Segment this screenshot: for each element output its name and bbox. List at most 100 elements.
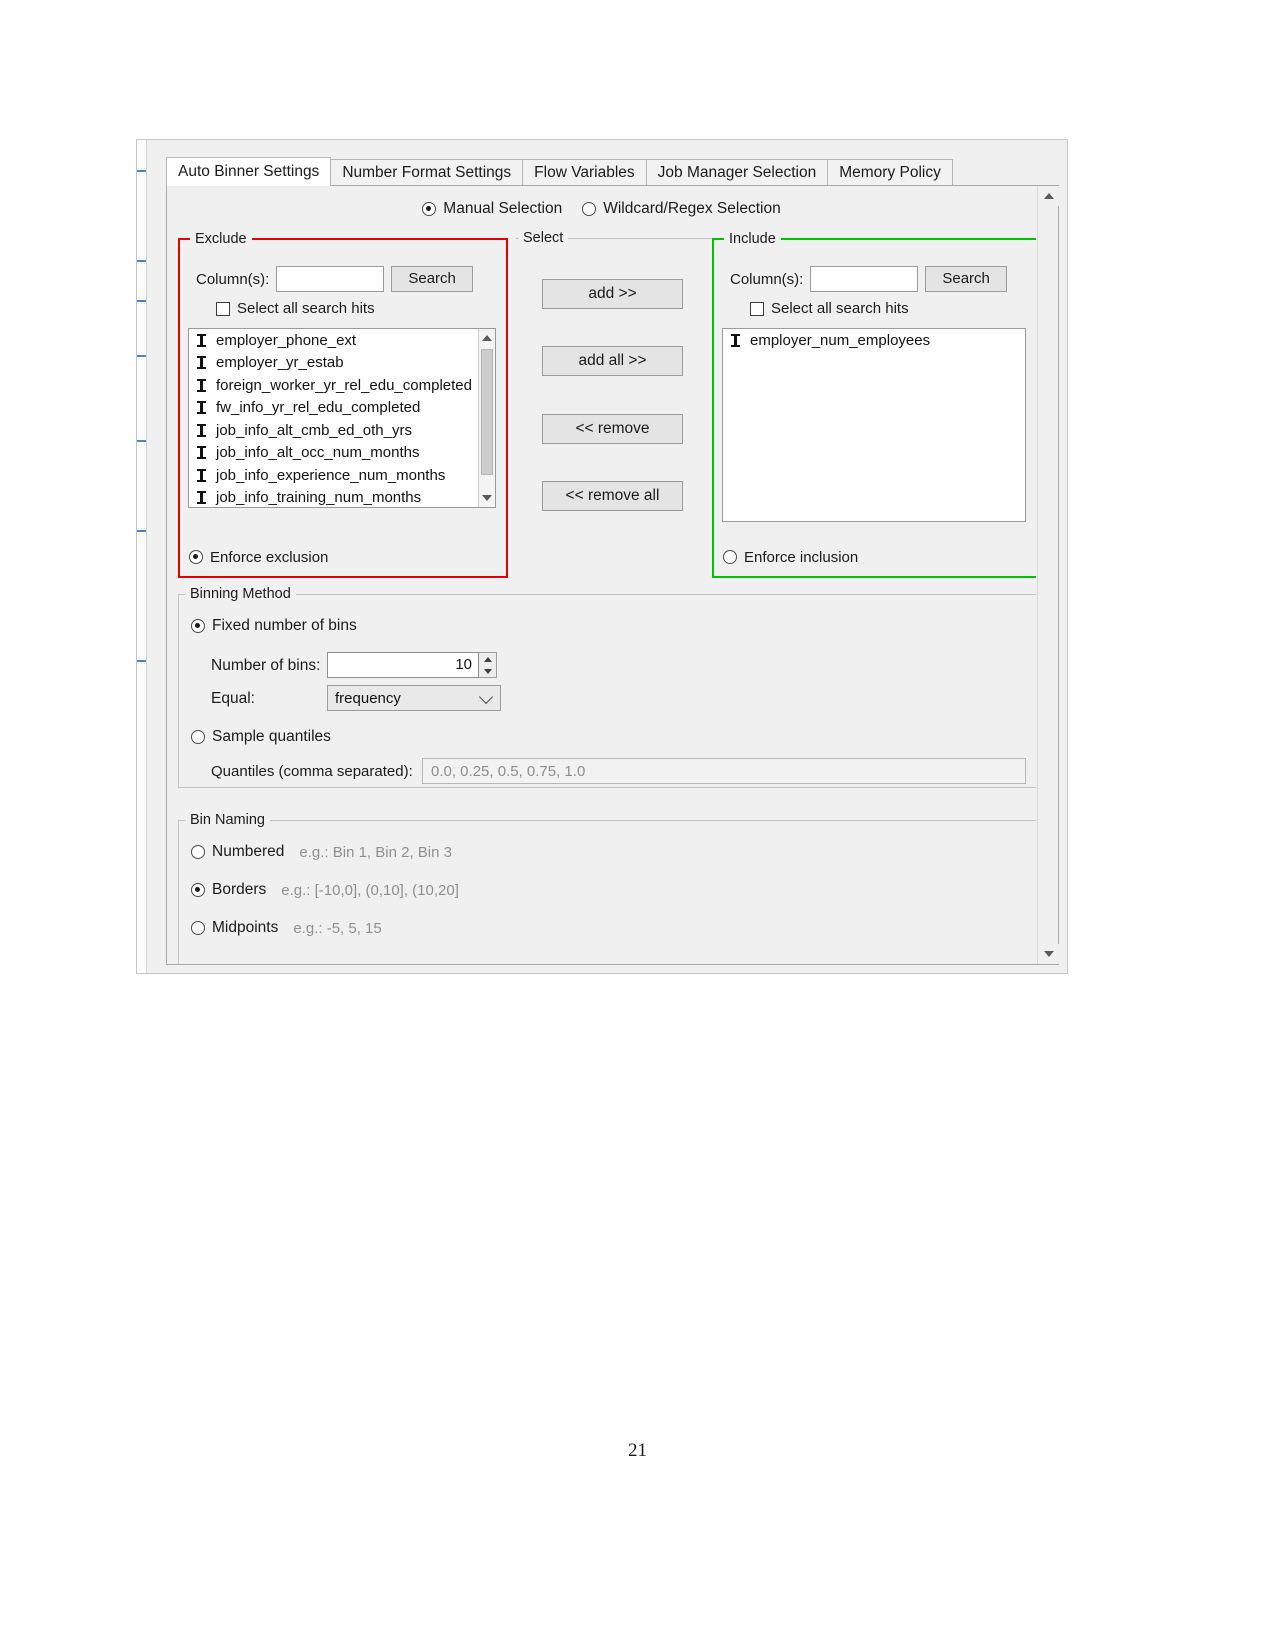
radio-bin-naming-midpoints[interactable]: Midpoints e.g.: -5, 5, 15 [191,919,382,937]
panel-scroll-up-icon[interactable] [1038,186,1059,206]
binning-method-title: Binning Method [185,586,296,602]
radio-manual-selection[interactable]: Manual Selection [422,200,562,218]
include-list[interactable]: employer_num_employees [722,328,1026,522]
bin-naming-numbered-example: e.g.: Bin 1, Bin 2, Bin 3 [299,843,452,861]
list-item[interactable]: job_info_experience_num_months [189,464,495,487]
equal-select[interactable]: frequency [327,685,501,711]
stepper-down-icon[interactable] [479,665,496,677]
include-select-all-hits-checkbox[interactable]: Select all search hits [750,300,909,317]
exclude-select-all-hits-label: Select all search hits [237,300,375,317]
include-select-all-hits-label: Select all search hits [771,300,909,317]
radio-bin-naming-numbered[interactable]: Numbered e.g.: Bin 1, Bin 2, Bin 3 [191,843,452,861]
radio-bin-naming-borders-label: Borders [212,881,267,898]
bin-naming-midpoints-example: e.g.: -5, 5, 15 [293,919,382,937]
quantiles-input[interactable]: 0.0, 0.25, 0.5, 0.75, 1.0 [422,758,1026,784]
exclude-select-all-hits-row: Select all search hits [216,300,375,320]
include-group: Include Column(s): Search Select all sea… [712,231,1036,578]
radio-fixed-number-of-bins-indicator [191,619,205,633]
list-item[interactable]: fw_info_yr_rel_edu_completed [189,397,495,420]
binning-method-group: Binning Method Fixed number of bins Numb… [178,586,1036,788]
bin-naming-group: Bin Naming Numbered e.g.: Bin 1, Bin 2, … [178,812,1036,964]
list-item-label: job_info_experience_num_months [216,466,446,484]
radio-enforce-exclusion-indicator [189,550,203,564]
exclude-columns-label: Column(s): [196,270,270,288]
bin-naming-borders-example: e.g.: [-10,0], (0,10], (10,20] [281,881,459,899]
tab-flow-variables[interactable]: Flow Variables [523,159,647,185]
tab-auto-binner-settings[interactable]: Auto Binner Settings [166,157,332,186]
exclude-search-input[interactable] [276,266,385,292]
include-enforce-row: Enforce inclusion [723,549,858,569]
exclude-search-button[interactable]: Search [391,266,473,292]
radio-fixed-number-of-bins-label: Fixed number of bins [212,617,357,634]
scroll-down-icon[interactable] [479,490,495,506]
double-column-icon [196,401,207,414]
tab-memory-policy[interactable]: Memory Policy [828,159,953,185]
panel-scrollbar[interactable] [1037,186,1059,964]
radio-bin-naming-borders[interactable]: Borders e.g.: [-10,0], (0,10], (10,20] [191,881,459,899]
list-item[interactable]: job_info_alt_cmb_ed_oth_yrs [189,419,495,442]
add-button[interactable]: add >> [542,279,683,309]
double-column-icon [196,491,207,504]
equal-select-value: frequency [335,689,401,707]
exclude-list-scrollbar[interactable] [478,329,495,507]
bin-naming-title: Bin Naming [185,812,270,828]
include-search-input[interactable] [810,266,919,292]
radio-sample-quantiles-indicator [191,730,205,744]
exclude-list[interactable]: employer_phone_ext employer_yr_estab for… [188,328,496,508]
radio-enforce-exclusion[interactable]: Enforce exclusion [189,549,328,566]
bin-naming-numbered-row: Numbered e.g.: Bin 1, Bin 2, Bin 3 [191,843,452,864]
list-item-label: foreign_worker_yr_rel_edu_completed [216,376,472,394]
list-item[interactable]: foreign_worker_yr_rel_edu_completed [189,374,495,397]
number-of-bins-stepper[interactable]: 10 [327,652,497,678]
scroll-up-icon[interactable] [479,330,495,346]
double-column-icon [196,468,207,482]
radio-wildcard-regex-selection[interactable]: Wildcard/Regex Selection [582,200,781,218]
double-column-icon [196,333,207,347]
tab-number-format-settings[interactable]: Number Format Settings [331,159,524,185]
number-of-bins-label: Number of bins: [211,657,321,674]
list-item[interactable]: job_info_alt_occ_num_months [189,442,495,465]
tab-content-panel: Manual Selection Wildcard/Regex Selectio… [166,185,1059,965]
double-column-icon [196,378,207,392]
add-all-button[interactable]: add all >> [542,346,683,376]
remove-all-button[interactable]: << remove all [542,481,683,511]
list-item[interactable]: employer_num_employees [723,329,1025,352]
equal-label: Equal: [211,690,255,707]
radio-bin-naming-borders-indicator [191,883,205,897]
fixed-bins-row: Fixed number of bins [191,617,357,638]
radio-sample-quantiles-label: Sample quantiles [212,728,331,745]
select-group: Select add >> add all >> << remove << re… [516,230,714,578]
list-item-label: fw_info_yr_rel_edu_completed [216,399,421,417]
panel-scroll-down-icon[interactable] [1038,944,1059,964]
list-item[interactable]: employer_phone_ext [189,329,495,352]
include-group-title: Include [724,231,781,247]
scrollbar-thumb[interactable] [481,349,493,475]
radio-enforce-exclusion-label: Enforce exclusion [210,548,329,566]
tab-bar: Auto Binner Settings Number Format Setti… [166,157,953,186]
selection-mode-group: Manual Selection Wildcard/Regex Selectio… [167,200,1036,218]
radio-enforce-inclusion-label: Enforce inclusion [744,548,859,566]
list-item[interactable]: employer_yr_estab [189,352,495,375]
include-columns-label: Column(s): [730,270,804,288]
bin-naming-midpoints-row: Midpoints e.g.: -5, 5, 15 [191,919,382,940]
list-item[interactable]: job_info_training_num_months [189,487,495,508]
tab-job-manager-selection[interactable]: Job Manager Selection [646,159,829,185]
panel-scrollbar-thumb[interactable] [1040,208,1057,908]
radio-enforce-inclusion[interactable]: Enforce inclusion [723,549,858,566]
exclude-select-all-hits-box [216,301,230,316]
window-left-edge-strip [137,140,147,973]
radio-fixed-number-of-bins[interactable]: Fixed number of bins [191,617,357,635]
radio-wildcard-regex-selection-indicator [582,202,597,216]
radio-sample-quantiles[interactable]: Sample quantiles [191,728,331,746]
remove-button[interactable]: << remove [542,414,683,444]
number-of-bins-input[interactable]: 10 [327,652,479,678]
list-item-label: employer_phone_ext [216,331,357,349]
double-column-icon [730,333,741,347]
radio-bin-naming-midpoints-indicator [191,921,205,935]
include-search-button[interactable]: Search [925,266,1007,292]
exclude-group-title: Exclude [190,231,252,247]
exclude-select-all-hits-checkbox[interactable]: Select all search hits [216,300,375,317]
knime-auto-binner-dialog: Auto Binner Settings Number Format Setti… [136,139,1068,974]
number-of-bins-spin-buttons[interactable] [479,652,497,678]
stepper-up-icon[interactable] [479,653,496,665]
